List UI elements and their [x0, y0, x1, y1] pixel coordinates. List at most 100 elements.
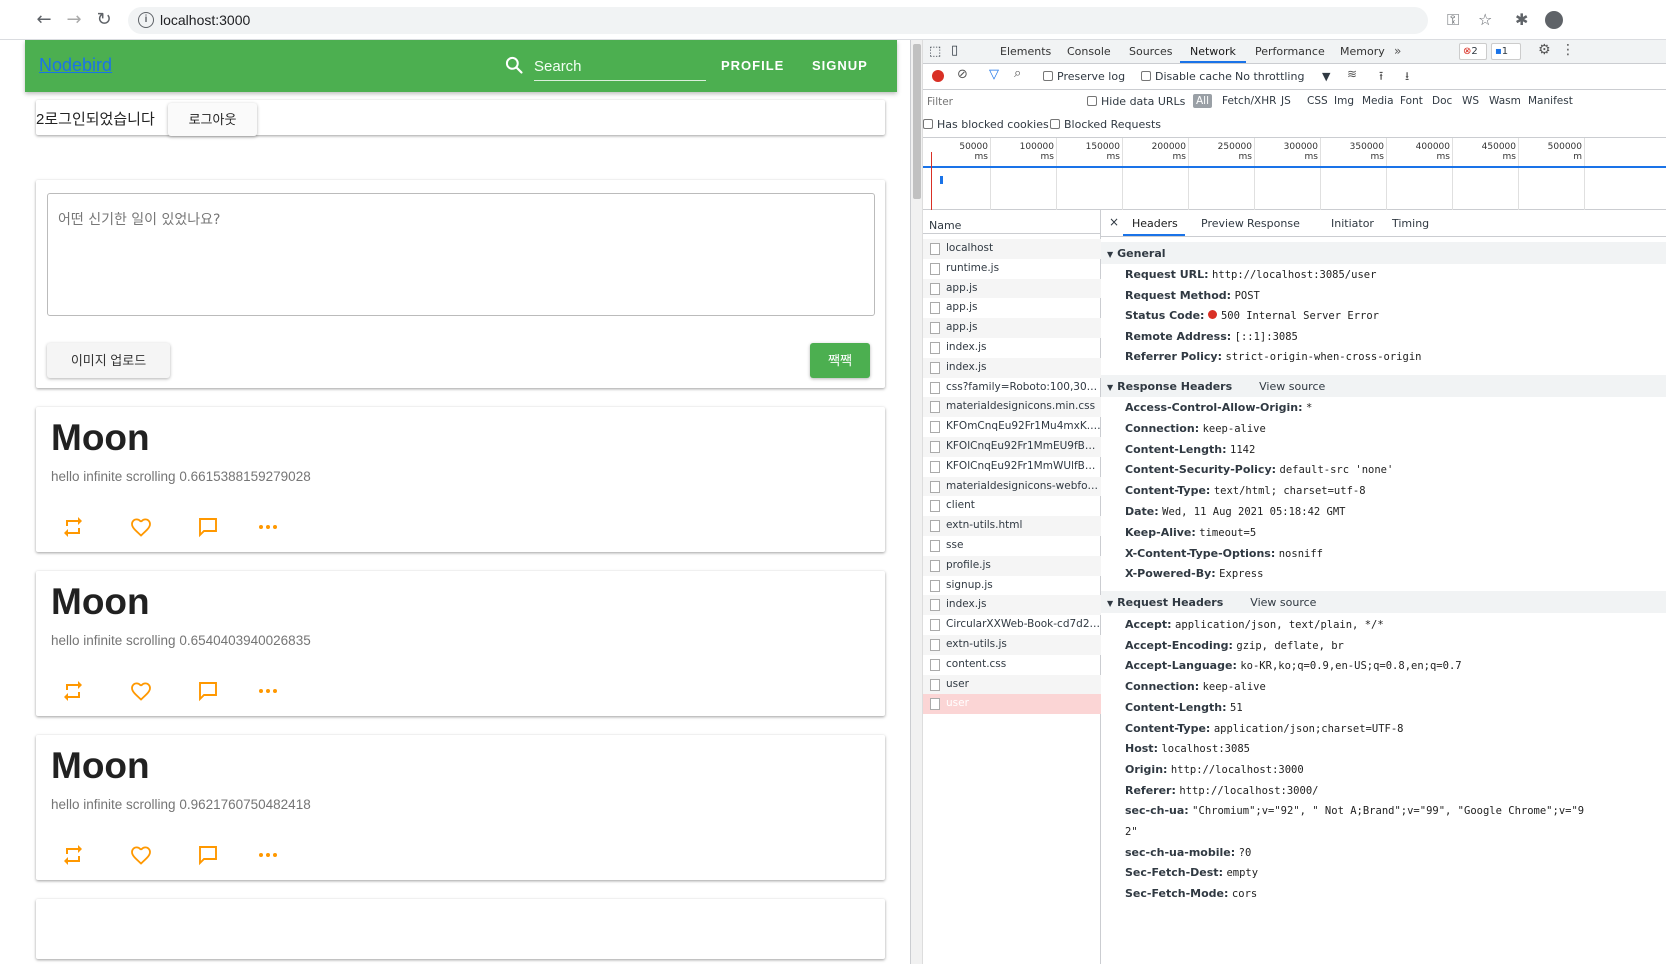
- blocked-cookies-checkbox[interactable]: Has blocked cookies: [923, 118, 1049, 131]
- view-source-link[interactable]: View source: [1250, 596, 1316, 609]
- response-headers-section-header[interactable]: ▼ Response Headers View source: [1101, 375, 1666, 397]
- request-row[interactable]: extn-utils.html: [923, 516, 1101, 536]
- request-row[interactable]: KFOlCnqEu92Fr1MmWUlfBBc...: [923, 457, 1101, 477]
- tab-console[interactable]: Console: [1067, 45, 1111, 58]
- more-options-icon[interactable]: ⋮: [1561, 42, 1575, 58]
- retweet-icon[interactable]: [61, 515, 87, 541]
- filter-type-img[interactable]: Img: [1331, 94, 1357, 108]
- comment-icon[interactable]: [196, 843, 222, 869]
- checkbox-box[interactable]: [1087, 96, 1097, 106]
- request-headers-section-header[interactable]: ▼ Request Headers View source: [1101, 591, 1666, 613]
- reload-icon[interactable]: ↻: [93, 9, 115, 31]
- import-har-icon[interactable]: ⭱: [1379, 67, 1383, 88]
- comment-icon[interactable]: [196, 515, 222, 541]
- blocked-requests-checkbox[interactable]: Blocked Requests: [1050, 118, 1161, 131]
- request-row[interactable]: css?family=Roboto:100,300,40...: [923, 378, 1101, 398]
- tab-elements[interactable]: Elements: [1000, 45, 1051, 58]
- forward-arrow-icon[interactable]: →: [63, 9, 85, 31]
- request-row[interactable]: materialdesignicons-webfont....: [923, 476, 1101, 497]
- request-row[interactable]: client: [923, 496, 1101, 516]
- checkbox-box[interactable]: [923, 119, 933, 129]
- request-row[interactable]: index.js: [923, 595, 1101, 616]
- request-row[interactable]: extn-utils.js: [923, 635, 1101, 655]
- checkbox-box[interactable]: [1050, 119, 1060, 129]
- profile-nav-button[interactable]: PROFILE: [721, 58, 784, 73]
- site-info-icon[interactable]: i: [138, 12, 154, 28]
- request-row[interactable]: materialdesignicons.min.css: [923, 397, 1101, 418]
- comment-icon[interactable]: [196, 679, 222, 705]
- heart-icon[interactable]: [129, 515, 155, 541]
- bookmark-star-icon[interactable]: ☆: [1478, 10, 1492, 29]
- tab-performance[interactable]: Performance: [1255, 45, 1325, 58]
- throttling-select[interactable]: No throttling ▼: [1235, 70, 1330, 83]
- profile-avatar-icon[interactable]: [1545, 11, 1563, 29]
- detail-tab-timing[interactable]: Timing: [1392, 217, 1429, 230]
- request-row[interactable]: KFOmCnqEu92Fr1Mu4mxK.wo...: [923, 417, 1101, 437]
- filter-type-font[interactable]: Font: [1397, 94, 1426, 108]
- filter-type-fetchxhr[interactable]: Fetch/XHR: [1219, 94, 1279, 108]
- request-row[interactable]: index.js: [923, 338, 1101, 358]
- address-bar[interactable]: i localhost:3000: [128, 7, 1428, 34]
- filter-type-all[interactable]: All: [1193, 94, 1213, 108]
- network-conditions-icon[interactable]: ≋: [1347, 67, 1357, 81]
- retweet-icon[interactable]: [61, 679, 87, 705]
- request-row[interactable]: app.js: [923, 278, 1101, 299]
- request-row[interactable]: localhost: [923, 239, 1101, 259]
- more-options-icon[interactable]: [256, 843, 282, 869]
- heart-icon[interactable]: [129, 843, 155, 869]
- close-detail-icon[interactable]: ×: [1109, 215, 1119, 229]
- extensions-puzzle-icon[interactable]: ✱: [1515, 10, 1528, 29]
- view-source-link[interactable]: View source: [1259, 380, 1325, 393]
- request-row[interactable]: app.js: [923, 318, 1101, 338]
- back-arrow-icon[interactable]: ←: [33, 9, 55, 31]
- tab-sources[interactable]: Sources: [1129, 45, 1173, 58]
- hide-data-urls-checkbox[interactable]: Hide data URLs: [1087, 95, 1185, 108]
- filter-type-doc[interactable]: Doc: [1429, 94, 1455, 108]
- detail-tab-response[interactable]: Response: [1247, 217, 1300, 230]
- post-content-textarea[interactable]: [47, 193, 875, 316]
- device-toolbar-icon[interactable]: ▯: [951, 43, 958, 58]
- detail-tab-preview[interactable]: Preview: [1201, 217, 1244, 230]
- request-row[interactable]: app.js: [923, 298, 1101, 318]
- clear-icon[interactable]: ⊘: [957, 67, 968, 82]
- checkbox-box[interactable]: [1043, 71, 1053, 81]
- signup-nav-button[interactable]: SIGNUP: [812, 58, 868, 73]
- search-input[interactable]: [534, 53, 706, 81]
- export-har-icon[interactable]: ⭳: [1405, 67, 1409, 88]
- more-options-icon[interactable]: [256, 515, 282, 541]
- settings-gear-icon[interactable]: ⚙: [1538, 42, 1551, 58]
- network-timeline-overview[interactable]: 50000 ms 100000 ms 150000 ms 200000 ms 25000…: [923, 138, 1666, 210]
- detail-tab-initiator[interactable]: Initiator: [1331, 217, 1374, 230]
- error-counter-badge[interactable]: ⊗2: [1459, 43, 1487, 60]
- preserve-log-checkbox[interactable]: Preserve log: [1043, 70, 1125, 83]
- tab-network[interactable]: Network: [1190, 45, 1236, 58]
- filter-type-wasm[interactable]: Wasm: [1486, 94, 1524, 108]
- brand-link[interactable]: Nodebird: [39, 55, 112, 76]
- inspect-element-icon[interactable]: ⬚: [929, 44, 941, 59]
- key-icon[interactable]: ⚿: [1447, 10, 1459, 30]
- filter-funnel-icon[interactable]: ▽: [989, 67, 999, 82]
- request-row[interactable]: user: [923, 674, 1101, 695]
- page-scrollbar[interactable]: [911, 40, 923, 964]
- filter-type-js[interactable]: JS: [1278, 94, 1294, 108]
- request-row[interactable]: content.css: [923, 655, 1101, 675]
- tab-memory[interactable]: Memory: [1340, 45, 1385, 58]
- filter-type-media[interactable]: Media: [1359, 94, 1397, 108]
- record-icon[interactable]: [932, 70, 944, 82]
- filter-input[interactable]: [927, 94, 1077, 110]
- filter-type-manifest[interactable]: Manifest: [1525, 94, 1576, 108]
- name-column-header[interactable]: Name: [923, 210, 1101, 234]
- message-counter-badge[interactable]: ▪1: [1491, 43, 1521, 60]
- request-row[interactable]: user: [923, 694, 1101, 715]
- heart-icon[interactable]: [129, 679, 155, 705]
- address-url[interactable]: localhost:3000: [160, 12, 250, 28]
- checkbox-box[interactable]: [1141, 71, 1151, 81]
- request-row[interactable]: index.js: [923, 357, 1101, 378]
- logout-button[interactable]: 로그아웃: [168, 103, 257, 136]
- request-row[interactable]: profile.js: [923, 555, 1101, 576]
- request-row[interactable]: CircularXXWeb-Book-cd7d2bc...: [923, 615, 1101, 635]
- request-row[interactable]: runtime.js: [923, 259, 1101, 279]
- request-row[interactable]: KFOlCnqEu92Fr1MmEU9fBBc4...: [923, 437, 1101, 457]
- post-submit-button[interactable]: 짹짹: [810, 343, 870, 378]
- request-row[interactable]: signup.js: [923, 576, 1101, 596]
